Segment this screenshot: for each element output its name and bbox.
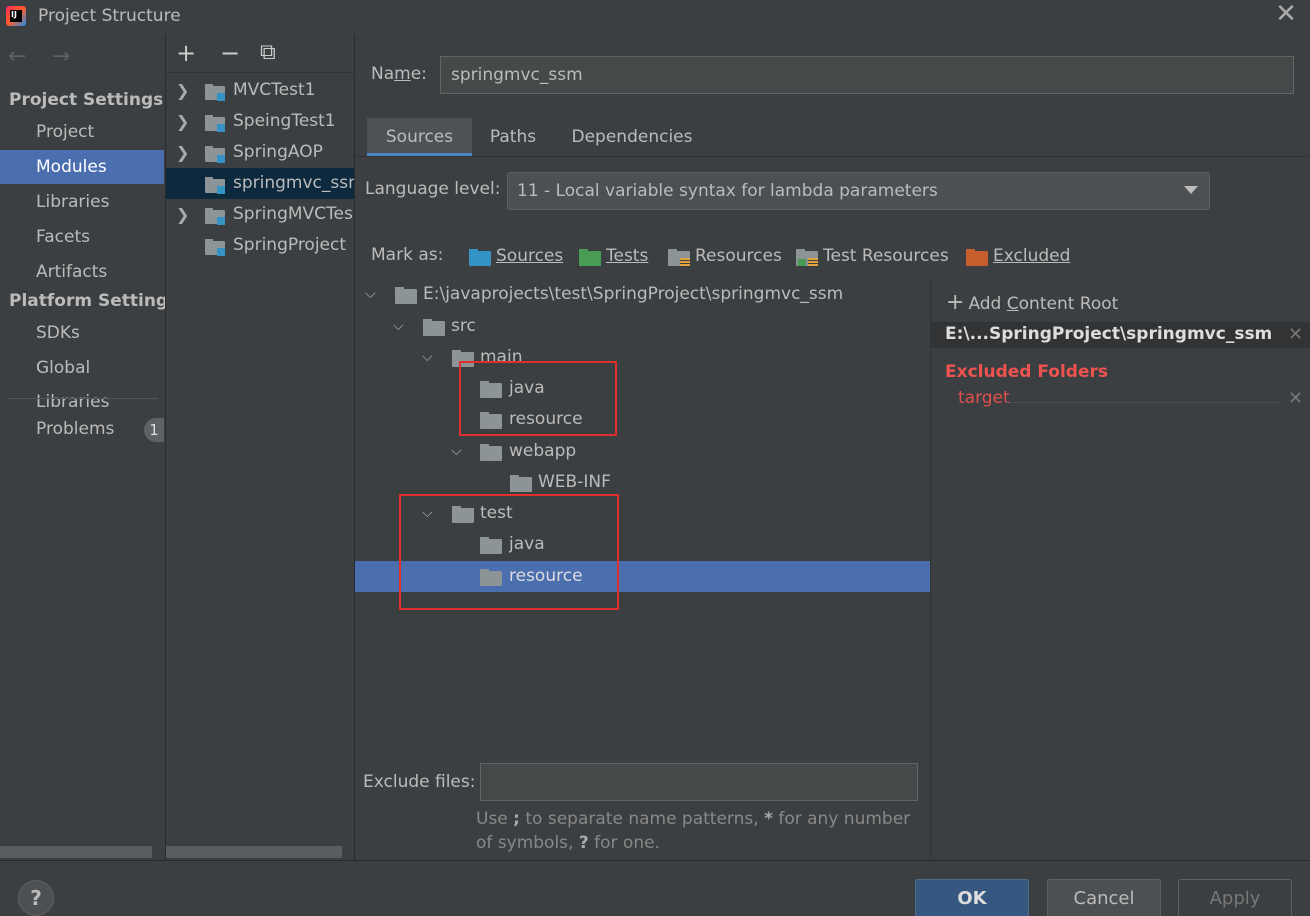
chevron-right-icon[interactable]: ❯ xyxy=(176,106,189,137)
chevron-down-icon[interactable]: ⌵ xyxy=(365,279,376,310)
annotation-box-main xyxy=(459,361,617,436)
sidebar-item-problems[interactable]: Problems xyxy=(0,412,164,446)
help-button[interactable]: ? xyxy=(18,880,54,916)
module-folder-icon xyxy=(205,84,225,101)
tree-row-main-resource[interactable]: resource xyxy=(355,404,930,435)
sidebar-item-modules[interactable]: Modules xyxy=(0,150,164,184)
excluded-folder-item[interactable]: target xyxy=(958,388,1010,408)
sidebar-item-libraries[interactable]: Libraries xyxy=(0,185,164,219)
module-label: SpringProject xyxy=(233,235,347,255)
module-row-springaop[interactable]: ❯ SpringAOP xyxy=(166,137,354,168)
module-row-mvctest1[interactable]: ❯ MVCTest1 xyxy=(166,75,354,106)
tree-row-main[interactable]: ⌵ main xyxy=(355,342,930,373)
test-resources-folder-icon xyxy=(796,249,818,266)
tree-row-root[interactable]: ⌵ E:\javaprojects\test\SpringProject\spr… xyxy=(355,279,930,310)
chevron-down-icon[interactable]: ⌵ xyxy=(393,311,404,342)
sources-folder-icon xyxy=(469,249,491,266)
add-content-root-button[interactable]: + Add Content Root xyxy=(946,290,1118,315)
chevron-down-icon[interactable]: ⌵ xyxy=(422,342,433,373)
window-title: Project Structure xyxy=(38,6,181,26)
close-icon[interactable]: ✕ xyxy=(1274,1,1298,27)
exclude-files-hint: Use ; to separate name patterns, * for a… xyxy=(476,809,911,853)
dotted-leader xyxy=(1006,402,1282,403)
module-folder-icon xyxy=(205,177,225,194)
module-label: springmvc_ssm xyxy=(233,173,354,193)
tab-dependencies[interactable]: Dependencies xyxy=(560,118,704,156)
chevron-right-icon[interactable]: ❯ xyxy=(176,199,189,230)
module-toolbar-divider xyxy=(165,72,354,73)
tree-row-main-java[interactable]: java xyxy=(355,373,930,404)
chevron-right-icon[interactable]: ❯ xyxy=(176,75,189,106)
folder-icon xyxy=(423,319,445,336)
dropdown-arrow-icon[interactable] xyxy=(1184,186,1198,194)
project-settings-heading: Project Settings xyxy=(9,90,164,110)
module-label: SpeingTest1 xyxy=(233,111,336,131)
module-label: SpringMVCTes xyxy=(233,204,353,224)
tests-folder-icon xyxy=(579,249,601,266)
content-root-divider xyxy=(930,280,931,860)
module-row-springproject[interactable]: SpringProject xyxy=(166,230,354,261)
copy-module-icon[interactable]: ⧉ xyxy=(260,40,276,66)
folder-icon xyxy=(510,475,532,492)
remove-module-icon[interactable]: − xyxy=(220,40,240,66)
module-folder-icon xyxy=(205,239,225,256)
intellij-icon: IJ xyxy=(6,6,26,26)
tree-row-webapp[interactable]: ⌵ webapp xyxy=(355,436,930,467)
chevron-right-icon[interactable]: ❯ xyxy=(176,137,189,168)
module-row-speingtest1[interactable]: ❯ SpeingTest1 xyxy=(166,106,354,137)
module-row-springmvctes[interactable]: ❯ SpringMVCTes xyxy=(166,199,354,230)
name-label: Name: xyxy=(371,64,427,84)
resources-folder-icon xyxy=(668,249,690,266)
excluded-folder-icon xyxy=(966,249,988,266)
sidebar-item-artifacts[interactable]: Artifacts xyxy=(0,255,164,289)
chevron-down-icon[interactable]: ⌵ xyxy=(451,436,462,467)
module-label: SpringAOP xyxy=(233,142,323,162)
exclude-files-label: Exclude files: xyxy=(363,772,476,792)
sidebar-scrollbar[interactable] xyxy=(0,846,152,858)
module-folder-icon xyxy=(205,208,225,225)
problems-count-badge: 1 xyxy=(144,418,164,442)
language-level-select[interactable]: 11 - Local variable syntax for lambda pa… xyxy=(507,172,1210,210)
apply-button[interactable]: Apply xyxy=(1178,879,1292,916)
module-row-springmvc-ssm[interactable]: springmvc_ssm xyxy=(166,168,354,199)
module-folder-icon xyxy=(205,146,225,163)
sidebar-divider xyxy=(8,398,158,399)
language-level-label: Language level: xyxy=(365,179,501,199)
footer-divider xyxy=(0,860,1310,861)
tree-row-src[interactable]: ⌵ src xyxy=(355,311,930,342)
module-folder-icon xyxy=(205,115,225,132)
annotation-box-test xyxy=(399,494,619,610)
folder-icon xyxy=(395,287,417,304)
exclude-files-input[interactable] xyxy=(480,763,918,801)
forward-arrow-icon[interactable]: → xyxy=(52,44,70,69)
ok-button[interactable]: OK xyxy=(915,879,1029,916)
sidebar-item-facets[interactable]: Facets xyxy=(0,220,164,254)
mark-as-label: Mark as: xyxy=(371,245,444,265)
module-list-scrollbar[interactable] xyxy=(166,846,342,858)
tab-paths[interactable]: Paths xyxy=(478,118,548,156)
content-root-path: E:\...SpringProject\springmvc_ssm xyxy=(945,324,1273,344)
sidebar-item-sdks[interactable]: SDKs xyxy=(0,316,164,350)
excluded-folders-heading: Excluded Folders xyxy=(945,362,1109,382)
sidebar-item-project[interactable]: Project xyxy=(0,115,164,149)
cancel-button[interactable]: Cancel xyxy=(1047,879,1161,916)
remove-content-root-icon[interactable]: ✕ xyxy=(1288,324,1303,345)
back-arrow-icon[interactable]: ← xyxy=(8,44,26,69)
folder-icon xyxy=(480,444,502,461)
tabs-divider xyxy=(355,156,1310,157)
add-module-icon[interactable]: + xyxy=(176,40,196,66)
tab-sources[interactable]: Sources xyxy=(367,118,472,156)
module-label: MVCTest1 xyxy=(233,80,316,100)
platform-settings-heading: Platform Settings xyxy=(9,291,179,311)
module-name-field[interactable]: springmvc_ssm xyxy=(440,56,1294,94)
plus-icon: + xyxy=(946,290,965,315)
title-bar xyxy=(0,0,1310,34)
remove-excluded-icon[interactable]: ✕ xyxy=(1288,388,1303,409)
sidebar-item-global-libraries[interactable]: Global Libraries xyxy=(0,351,164,412)
